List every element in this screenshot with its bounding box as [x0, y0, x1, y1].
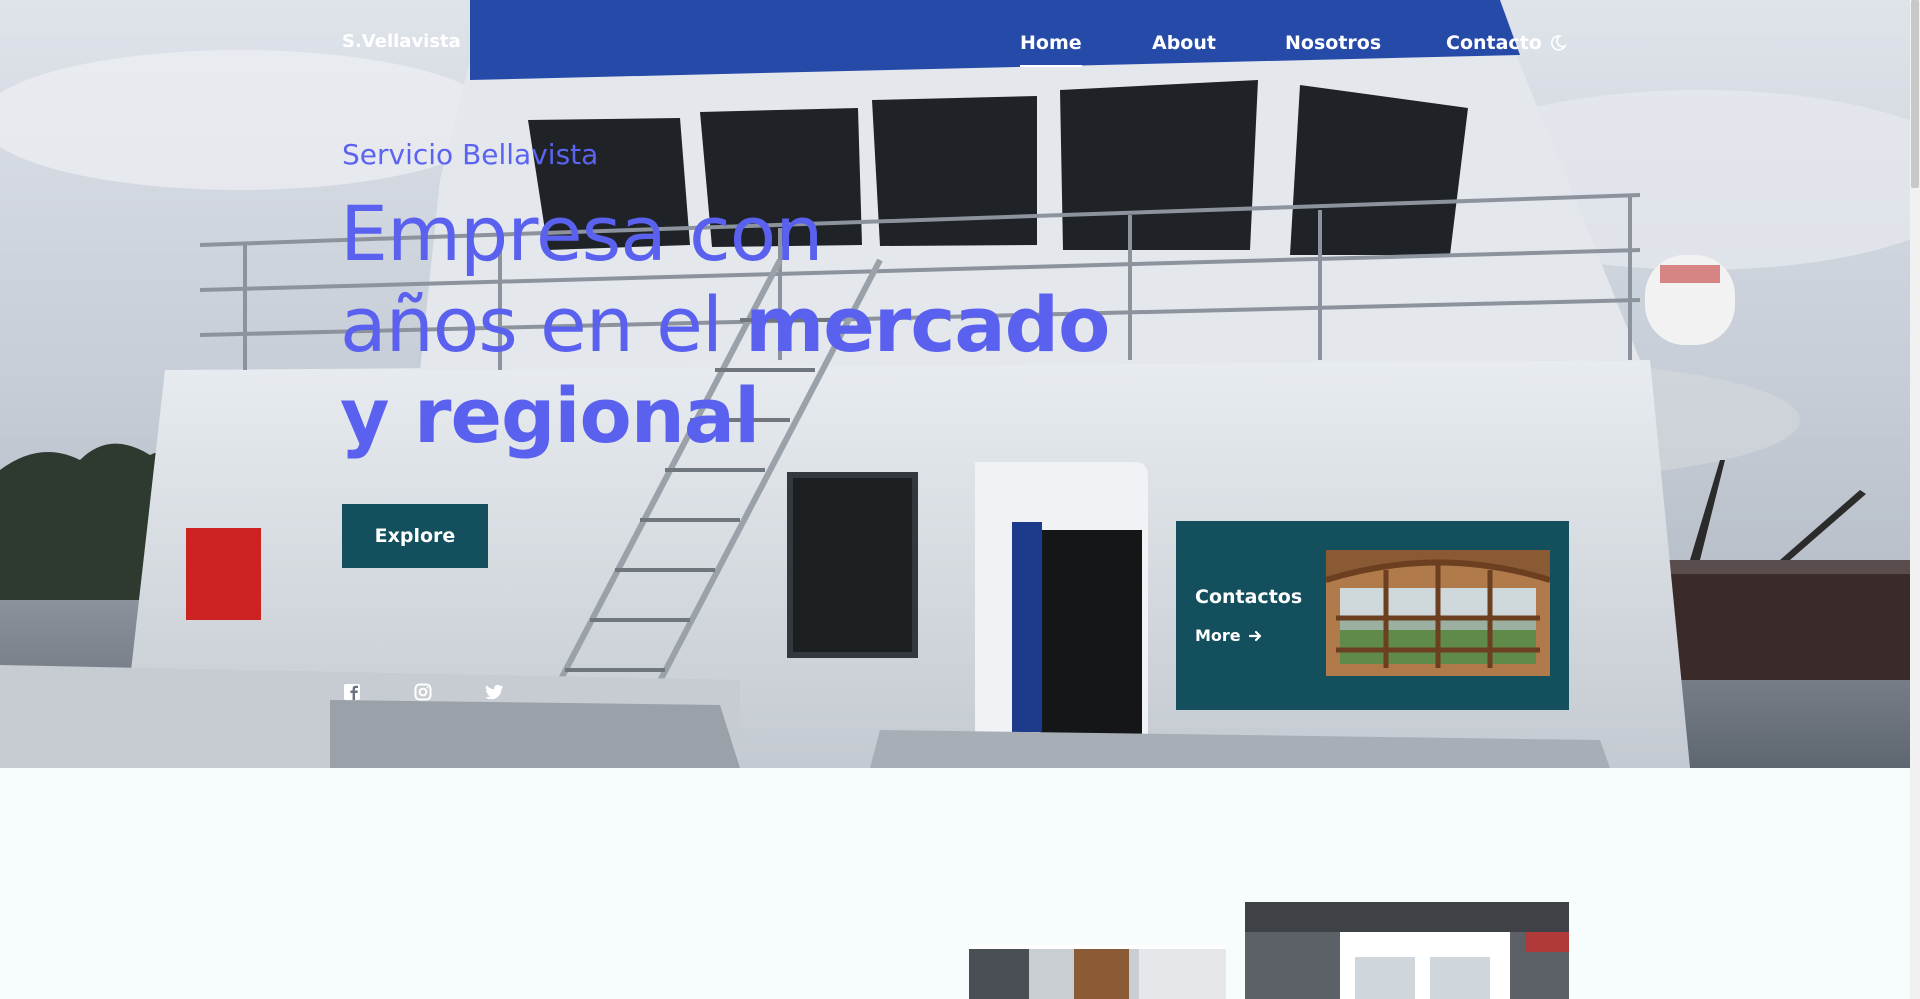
scrollbar[interactable]: [1910, 0, 1920, 999]
hero-headline: Empresa con años en el mercado y regiona…: [340, 188, 1110, 461]
instagram-icon[interactable]: [413, 682, 433, 702]
gallery-image-1: [969, 945, 1226, 999]
headline-line-2-light: años en el: [340, 280, 746, 369]
explore-button[interactable]: Explore: [342, 504, 488, 568]
contact-card-title: Contactos: [1195, 586, 1303, 608]
headline-line-1: Empresa con: [340, 189, 823, 278]
hero-section: S.Vellavista Home About Nosotros Contact…: [0, 0, 1910, 768]
headline-line-3: y regional: [340, 371, 760, 460]
more-label: More: [1195, 626, 1241, 645]
moon-icon[interactable]: [1549, 34, 1567, 52]
arrow-right-icon: [1249, 630, 1262, 642]
twitter-icon[interactable]: [484, 682, 504, 702]
page: S.Vellavista Home About Nosotros Contact…: [0, 0, 1920, 999]
main-nav: Home About Nosotros Contacto: [0, 28, 1910, 76]
gallery-image-2: [1245, 902, 1569, 999]
contact-card[interactable]: Contactos More: [1176, 521, 1569, 710]
nav-contacto[interactable]: Contacto: [1446, 32, 1542, 54]
contact-card-image: [1326, 550, 1550, 676]
contact-card-more-link[interactable]: More: [1195, 626, 1263, 645]
facebook-icon[interactable]: [342, 682, 362, 702]
nav-about[interactable]: About: [1152, 32, 1216, 54]
scrollbar-thumb[interactable]: [1911, 0, 1919, 188]
headline-line-2-bold: mercado: [745, 280, 1110, 369]
hero-eyebrow: Servicio Bellavista: [342, 138, 599, 171]
nav-home[interactable]: Home: [1020, 32, 1082, 67]
nav-nosotros[interactable]: Nosotros: [1285, 32, 1381, 54]
